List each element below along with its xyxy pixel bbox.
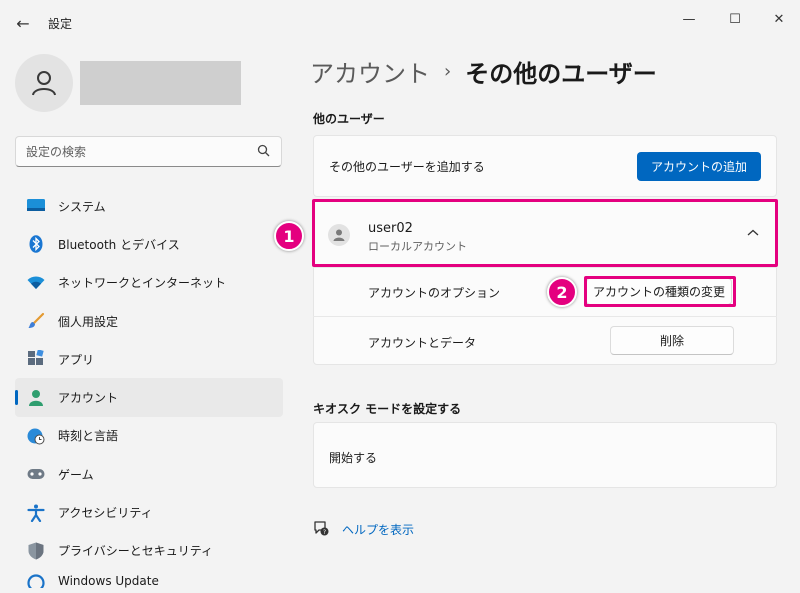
monitor-icon — [27, 197, 45, 215]
sidebar-item-time-language[interactable]: 時刻と言語 — [15, 417, 283, 455]
kiosk-card[interactable] — [313, 422, 777, 488]
globe-clock-icon — [27, 427, 45, 445]
other-users-heading: 他のユーザー — [313, 112, 385, 126]
sidebar-nav: システム Bluetooth とデバイス ネットワークとインターネット 個人用設… — [15, 187, 283, 588]
back-arrow-icon: ← — [16, 13, 30, 33]
search-input[interactable] — [15, 136, 282, 167]
breadcrumb-separator: › — [444, 61, 452, 82]
wifi-icon — [27, 274, 45, 292]
person-icon — [27, 389, 45, 407]
account-options-label: アカウントのオプション — [368, 286, 501, 300]
app-title: 設定 — [48, 17, 73, 31]
close-icon: ✕ — [773, 11, 785, 27]
help-link[interactable]: ヘルプを表示 — [342, 521, 414, 538]
user-name: user02 — [368, 221, 413, 236]
apps-icon — [27, 350, 45, 368]
sidebar-item-label: 個人用設定 — [58, 314, 119, 329]
avatar[interactable] — [15, 54, 73, 112]
sidebar-item-accessibility[interactable]: アクセシビリティ — [15, 493, 283, 531]
sidebar-item-apps[interactable]: アプリ — [15, 340, 283, 378]
page-title: その他のユーザー — [465, 60, 657, 88]
title-bar: ← 設定 — ☐ ✕ — [0, 0, 800, 46]
sidebar-item-system[interactable]: システム — [15, 187, 283, 225]
accessibility-icon — [27, 504, 45, 522]
divider — [313, 267, 777, 268]
sidebar-item-bluetooth[interactable]: Bluetooth とデバイス — [15, 225, 283, 263]
sidebar-item-label: システム — [58, 199, 106, 214]
minimize-icon: — — [682, 11, 696, 27]
sidebar-item-label: アカウント — [58, 391, 119, 406]
add-user-text: その他のユーザーを追加する — [329, 160, 485, 174]
shield-icon — [27, 542, 45, 560]
sidebar-item-gaming[interactable]: ゲーム — [15, 455, 283, 493]
sidebar-item-windows-update[interactable]: Windows Update — [15, 570, 283, 588]
maximize-icon: ☐ — [729, 11, 741, 27]
sidebar-item-label: アクセシビリティ — [58, 506, 153, 521]
user-account-type: ローカルアカウント — [368, 240, 467, 253]
help-icon: ? — [314, 521, 329, 536]
sidebar-item-network[interactable]: ネットワークとインターネット — [15, 264, 283, 302]
sidebar-item-label: Bluetooth とデバイス — [58, 237, 180, 252]
step-badge-2: 2 — [547, 277, 577, 307]
close-button[interactable]: ✕ — [756, 4, 800, 34]
add-account-button[interactable]: アカウントの追加 — [637, 152, 761, 181]
sidebar-item-label: ネットワークとインターネット — [58, 276, 227, 291]
delete-button[interactable]: 削除 — [610, 326, 734, 355]
sidebar-item-personalization[interactable]: 個人用設定 — [15, 302, 283, 340]
user-icon — [328, 224, 350, 246]
sidebar-item-label: 時刻と言語 — [58, 429, 119, 444]
sidebar-item-privacy[interactable]: プライバシーとセキュリティ — [15, 532, 283, 570]
brush-icon — [27, 312, 45, 330]
breadcrumb-parent[interactable]: アカウント — [310, 54, 430, 89]
back-button[interactable]: ← — [10, 10, 36, 36]
breadcrumb: アカウント › その他のユーザー — [310, 54, 657, 89]
bluetooth-icon — [27, 235, 45, 254]
sidebar-item-label: Windows Update — [58, 573, 159, 588]
change-account-type-button[interactable]: アカウントの種類の変更 — [586, 278, 732, 305]
sidebar-item-label: アプリ — [58, 352, 95, 367]
kiosk-heading: キオスク モードを設定する — [313, 402, 462, 416]
search-icon[interactable] — [256, 143, 272, 159]
svg-text:?: ? — [323, 529, 326, 536]
minimize-button[interactable]: — — [666, 4, 712, 34]
maximize-button[interactable]: ☐ — [712, 4, 758, 34]
redacted-user-info — [80, 61, 241, 105]
account-data-label: アカウントとデータ — [368, 336, 477, 350]
chevron-up-icon[interactable] — [744, 226, 762, 240]
user-avatar-icon — [32, 71, 56, 96]
kiosk-start-label: 開始する — [329, 451, 378, 465]
sidebar-item-accounts[interactable]: アカウント — [15, 378, 283, 417]
sidebar-item-label: プライバシーとセキュリティ — [58, 544, 214, 559]
sidebar-item-label: ゲーム — [58, 467, 94, 482]
gamepad-icon — [27, 465, 45, 483]
update-icon — [27, 574, 45, 588]
step-badge-1: 1 — [274, 221, 304, 251]
divider — [313, 316, 777, 317]
